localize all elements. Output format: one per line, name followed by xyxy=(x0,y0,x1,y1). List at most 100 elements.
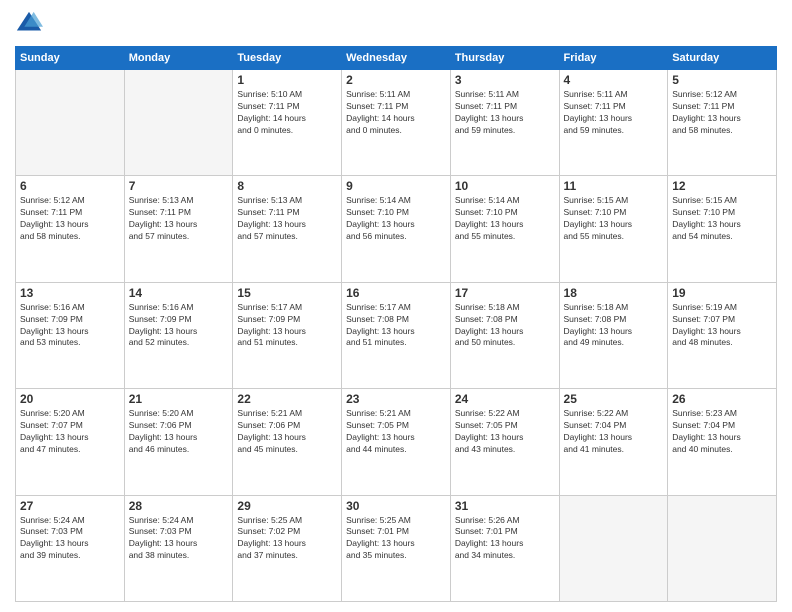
cell-info: Sunrise: 5:18 AM Sunset: 7:08 PM Dayligh… xyxy=(455,302,555,350)
day-number: 22 xyxy=(237,392,337,406)
day-number: 21 xyxy=(129,392,229,406)
calendar-cell: 26 Sunrise: 5:23 AM Sunset: 7:04 PM Dayli… xyxy=(668,389,777,495)
calendar-cell: 9 Sunrise: 5:14 AM Sunset: 7:10 PM Daylig… xyxy=(342,176,451,282)
calendar-week-row: 13 Sunrise: 5:16 AM Sunset: 7:09 PM Dayli… xyxy=(16,282,777,388)
day-number: 2 xyxy=(346,73,446,87)
calendar-cell: 13 Sunrise: 5:16 AM Sunset: 7:09 PM Dayli… xyxy=(16,282,125,388)
day-number: 9 xyxy=(346,179,446,193)
calendar-cell: 8 Sunrise: 5:13 AM Sunset: 7:11 PM Daylig… xyxy=(233,176,342,282)
cell-info: Sunrise: 5:15 AM Sunset: 7:10 PM Dayligh… xyxy=(672,195,772,243)
calendar-cell: 22 Sunrise: 5:21 AM Sunset: 7:06 PM Dayli… xyxy=(233,389,342,495)
cell-info: Sunrise: 5:17 AM Sunset: 7:09 PM Dayligh… xyxy=(237,302,337,350)
day-number: 3 xyxy=(455,73,555,87)
calendar-cell: 7 Sunrise: 5:13 AM Sunset: 7:11 PM Daylig… xyxy=(124,176,233,282)
calendar-cell xyxy=(16,70,125,176)
cell-info: Sunrise: 5:12 AM Sunset: 7:11 PM Dayligh… xyxy=(672,89,772,137)
day-number: 13 xyxy=(20,286,120,300)
cell-info: Sunrise: 5:11 AM Sunset: 7:11 PM Dayligh… xyxy=(346,89,446,137)
day-number: 18 xyxy=(564,286,664,300)
calendar-cell: 20 Sunrise: 5:20 AM Sunset: 7:07 PM Dayli… xyxy=(16,389,125,495)
calendar-cell: 5Sunrise: 5:12 AM Sunset: 7:11 PM Daylig… xyxy=(668,70,777,176)
cell-info: Sunrise: 5:16 AM Sunset: 7:09 PM Dayligh… xyxy=(20,302,120,350)
day-number: 30 xyxy=(346,499,446,513)
calendar-cell: 2 Sunrise: 5:11 AM Sunset: 7:11 PM Daylig… xyxy=(342,70,451,176)
calendar-cell: 17 Sunrise: 5:18 AM Sunset: 7:08 PM Dayli… xyxy=(450,282,559,388)
day-number: 28 xyxy=(129,499,229,513)
calendar-cell: 3 Sunrise: 5:11 AM Sunset: 7:11 PM Daylig… xyxy=(450,70,559,176)
header xyxy=(15,10,777,38)
day-number: 27 xyxy=(20,499,120,513)
cell-info: Sunrise: 5:20 AM Sunset: 7:07 PM Dayligh… xyxy=(20,408,120,456)
calendar-week-row: 1 Sunrise: 5:10 AM Sunset: 7:11 PM Daylig… xyxy=(16,70,777,176)
day-number: 15 xyxy=(237,286,337,300)
calendar-cell: 16 Sunrise: 5:17 AM Sunset: 7:08 PM Dayli… xyxy=(342,282,451,388)
calendar-week-row: 20 Sunrise: 5:20 AM Sunset: 7:07 PM Dayli… xyxy=(16,389,777,495)
cell-info: Sunrise: 5:22 AM Sunset: 7:05 PM Dayligh… xyxy=(455,408,555,456)
day-number: 8 xyxy=(237,179,337,193)
weekday-header: Wednesday xyxy=(342,47,451,70)
calendar-week-row: 27 Sunrise: 5:24 AM Sunset: 7:03 PM Dayli… xyxy=(16,495,777,601)
calendar-cell: 29 Sunrise: 5:25 AM Sunset: 7:02 PM Dayli… xyxy=(233,495,342,601)
calendar-cell xyxy=(559,495,668,601)
cell-info: Sunrise: 5:26 AM Sunset: 7:01 PM Dayligh… xyxy=(455,515,555,563)
day-number: 7 xyxy=(129,179,229,193)
calendar-cell: 12 Sunrise: 5:15 AM Sunset: 7:10 PM Dayli… xyxy=(668,176,777,282)
cell-info: Sunrise: 5:12 AM Sunset: 7:11 PM Dayligh… xyxy=(20,195,120,243)
cell-info: Sunrise: 5:18 AM Sunset: 7:08 PM Dayligh… xyxy=(564,302,664,350)
cell-info: Sunrise: 5:14 AM Sunset: 7:10 PM Dayligh… xyxy=(346,195,446,243)
cell-info: Sunrise: 5:11 AM Sunset: 7:11 PM Dayligh… xyxy=(564,89,664,137)
cell-info: Sunrise: 5:14 AM Sunset: 7:10 PM Dayligh… xyxy=(455,195,555,243)
day-number: 10 xyxy=(455,179,555,193)
calendar-cell: 10 Sunrise: 5:14 AM Sunset: 7:10 PM Dayli… xyxy=(450,176,559,282)
cell-info: Sunrise: 5:23 AM Sunset: 7:04 PM Dayligh… xyxy=(672,408,772,456)
weekday-header: Saturday xyxy=(668,47,777,70)
logo xyxy=(15,10,47,38)
page: SundayMondayTuesdayWednesdayThursdayFrid… xyxy=(0,0,792,612)
calendar-cell: 18 Sunrise: 5:18 AM Sunset: 7:08 PM Dayli… xyxy=(559,282,668,388)
calendar-header-row: SundayMondayTuesdayWednesdayThursdayFrid… xyxy=(16,47,777,70)
cell-info: Sunrise: 5:25 AM Sunset: 7:02 PM Dayligh… xyxy=(237,515,337,563)
cell-info: Sunrise: 5:24 AM Sunset: 7:03 PM Dayligh… xyxy=(129,515,229,563)
logo-icon xyxy=(15,10,43,38)
day-number: 14 xyxy=(129,286,229,300)
day-number: 24 xyxy=(455,392,555,406)
calendar-cell: 19Sunrise: 5:19 AM Sunset: 7:07 PM Dayli… xyxy=(668,282,777,388)
cell-info: Sunrise: 5:11 AM Sunset: 7:11 PM Dayligh… xyxy=(455,89,555,137)
cell-info: Sunrise: 5:22 AM Sunset: 7:04 PM Dayligh… xyxy=(564,408,664,456)
calendar-week-row: 6 Sunrise: 5:12 AM Sunset: 7:11 PM Daylig… xyxy=(16,176,777,282)
calendar-cell: 1 Sunrise: 5:10 AM Sunset: 7:11 PM Daylig… xyxy=(233,70,342,176)
day-number: 29 xyxy=(237,499,337,513)
cell-info: Sunrise: 5:21 AM Sunset: 7:05 PM Dayligh… xyxy=(346,408,446,456)
cell-info: Sunrise: 5:10 AM Sunset: 7:11 PM Dayligh… xyxy=(237,89,337,137)
calendar-cell: 30 Sunrise: 5:25 AM Sunset: 7:01 PM Dayli… xyxy=(342,495,451,601)
day-number: 11 xyxy=(564,179,664,193)
day-number: 25 xyxy=(564,392,664,406)
weekday-header: Sunday xyxy=(16,47,125,70)
calendar-table: SundayMondayTuesdayWednesdayThursdayFrid… xyxy=(15,46,777,602)
calendar-cell: 27 Sunrise: 5:24 AM Sunset: 7:03 PM Dayli… xyxy=(16,495,125,601)
calendar-cell: 4Sunrise: 5:11 AM Sunset: 7:11 PM Daylig… xyxy=(559,70,668,176)
calendar-cell xyxy=(668,495,777,601)
calendar-cell: 28 Sunrise: 5:24 AM Sunset: 7:03 PM Dayli… xyxy=(124,495,233,601)
weekday-header: Friday xyxy=(559,47,668,70)
calendar-cell: 21Sunrise: 5:20 AM Sunset: 7:06 PM Dayli… xyxy=(124,389,233,495)
cell-info: Sunrise: 5:24 AM Sunset: 7:03 PM Dayligh… xyxy=(20,515,120,563)
calendar-cell: 25 Sunrise: 5:22 AM Sunset: 7:04 PM Dayli… xyxy=(559,389,668,495)
cell-info: Sunrise: 5:15 AM Sunset: 7:10 PM Dayligh… xyxy=(564,195,664,243)
day-number: 31 xyxy=(455,499,555,513)
day-number: 6 xyxy=(20,179,120,193)
day-number: 16 xyxy=(346,286,446,300)
cell-info: Sunrise: 5:25 AM Sunset: 7:01 PM Dayligh… xyxy=(346,515,446,563)
calendar-cell: 11 Sunrise: 5:15 AM Sunset: 7:10 PM Dayli… xyxy=(559,176,668,282)
day-number: 1 xyxy=(237,73,337,87)
cell-info: Sunrise: 5:17 AM Sunset: 7:08 PM Dayligh… xyxy=(346,302,446,350)
day-number: 12 xyxy=(672,179,772,193)
calendar-cell: 31 Sunrise: 5:26 AM Sunset: 7:01 PM Dayli… xyxy=(450,495,559,601)
day-number: 26 xyxy=(672,392,772,406)
calendar-cell: 23Sunrise: 5:21 AM Sunset: 7:05 PM Dayli… xyxy=(342,389,451,495)
day-number: 20 xyxy=(20,392,120,406)
cell-info: Sunrise: 5:21 AM Sunset: 7:06 PM Dayligh… xyxy=(237,408,337,456)
day-number: 17 xyxy=(455,286,555,300)
cell-info: Sunrise: 5:13 AM Sunset: 7:11 PM Dayligh… xyxy=(129,195,229,243)
cell-info: Sunrise: 5:13 AM Sunset: 7:11 PM Dayligh… xyxy=(237,195,337,243)
